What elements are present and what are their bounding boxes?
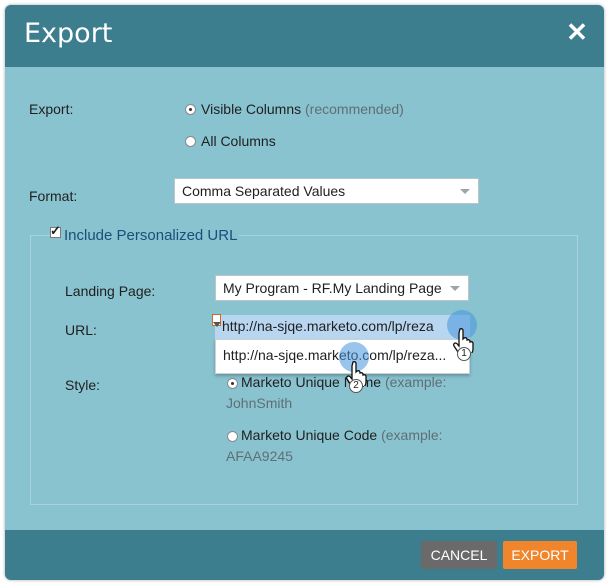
dialog-title-bar: Export ✕: [5, 5, 604, 67]
cancel-button[interactable]: CANCEL: [421, 541, 497, 569]
landing-page-value: My Program - RF.My Landing Page: [223, 280, 442, 296]
format-select[interactable]: Comma Separated Values: [174, 178, 479, 204]
dialog-title: Export: [24, 18, 113, 49]
chevron-down-icon: [460, 189, 470, 194]
visible-columns-option[interactable]: Visible Columns (recommended): [201, 101, 404, 117]
dialog-footer: CANCEL EXPORT: [5, 530, 604, 580]
marketo-unique-name-example: JohnSmith: [226, 395, 293, 411]
landing-page-label: Landing Page:: [65, 283, 156, 299]
marketo-unique-code-example: AFAA9245: [226, 448, 293, 464]
include-personalized-url-checkbox[interactable]: ✓: [50, 223, 61, 238]
step-1-badge: 1: [457, 347, 471, 361]
export-button[interactable]: EXPORT: [503, 541, 577, 569]
marketo-unique-code-option[interactable]: Marketo Unique Code (example:: [241, 427, 443, 443]
export-dialog: Export ✕ Export: Visible Columns (recomm…: [5, 5, 604, 580]
all-columns-radio[interactable]: [185, 136, 196, 147]
all-columns-label[interactable]: All Columns: [201, 133, 276, 149]
chevron-down-icon: [213, 322, 221, 327]
visible-columns-hint: (recommended): [305, 101, 404, 117]
url-dropdown-option[interactable]: http://na-sjqe.marketo.com/lp/reza...: [223, 347, 446, 363]
marketo-unique-code-label: Marketo Unique Code: [241, 427, 378, 443]
include-personalized-url-label[interactable]: Include Personalized URL: [62, 227, 240, 244]
url-combobox-value: http://na-sjqe.marketo.com/lp/reza: [222, 318, 434, 334]
step-2-badge: 2: [349, 379, 363, 393]
export-label: Export:: [29, 101, 74, 117]
landing-page-select[interactable]: My Program - RF.My Landing Page: [215, 275, 469, 301]
marketo-unique-name-radio[interactable]: [227, 378, 238, 389]
marketo-unique-code-hint: (example:: [381, 427, 443, 443]
format-label: Format:: [29, 188, 78, 204]
checkmark-icon: ✓: [50, 223, 61, 238]
chevron-down-icon: [450, 286, 460, 291]
url-label: URL:: [65, 322, 97, 338]
marketo-unique-code-radio[interactable]: [227, 431, 238, 442]
style-label: Style:: [65, 377, 101, 393]
visible-columns-radio[interactable]: [185, 104, 196, 115]
marketo-unique-name-hint: (example:: [384, 374, 447, 390]
marketo-unique-name-option[interactable]: Marketo Unique Name (example:: [241, 374, 446, 390]
format-select-value: Comma Separated Values: [182, 183, 346, 199]
close-icon[interactable]: ✕: [566, 19, 588, 45]
visible-columns-label: Visible Columns: [201, 101, 302, 117]
